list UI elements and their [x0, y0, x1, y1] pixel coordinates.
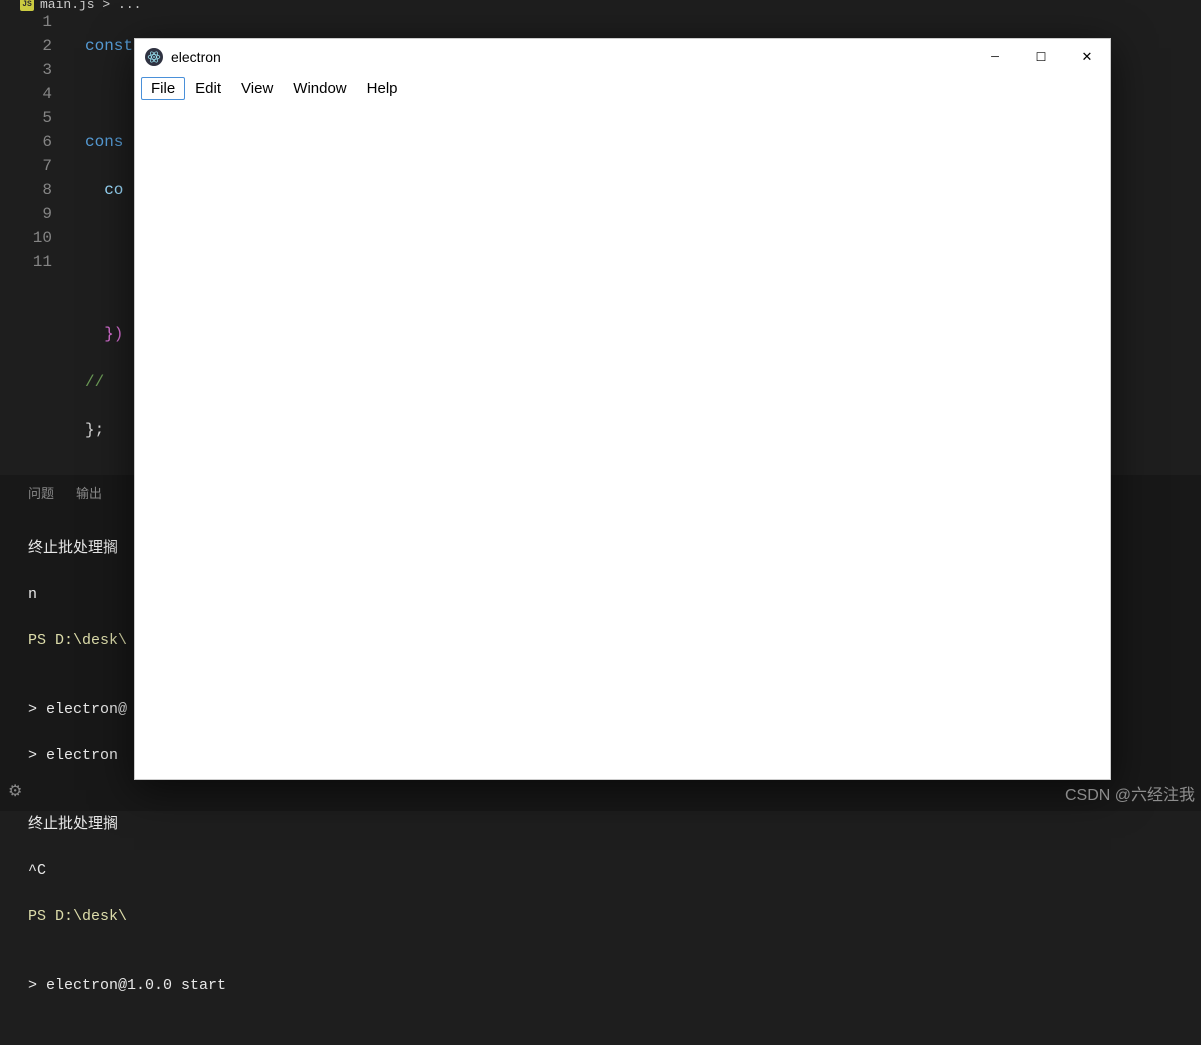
- maximize-button[interactable]: ☐: [1018, 39, 1064, 75]
- window-controls: ─ ☐ ✕: [972, 39, 1110, 75]
- menu-window[interactable]: Window: [283, 77, 356, 100]
- line-number: 11: [0, 250, 52, 274]
- line-number: 9: [0, 202, 52, 226]
- tab-problems[interactable]: 问题: [28, 483, 54, 502]
- electron-icon: [145, 48, 163, 66]
- menu-help[interactable]: Help: [357, 77, 408, 100]
- line-number: 3: [0, 58, 52, 82]
- titlebar[interactable]: electron ─ ☐ ✕: [135, 39, 1110, 75]
- electron-window: electron ─ ☐ ✕ File Edit View Window Hel…: [134, 38, 1111, 780]
- window-title: electron: [171, 49, 221, 65]
- close-button[interactable]: ✕: [1064, 39, 1110, 75]
- close-icon: ✕: [1082, 49, 1093, 65]
- menu-edit[interactable]: Edit: [185, 77, 231, 100]
- line-number: 10: [0, 226, 52, 250]
- menu-view[interactable]: View: [231, 77, 283, 100]
- menubar: File Edit View Window Help: [135, 75, 1110, 104]
- menu-file[interactable]: File: [141, 77, 185, 100]
- breadcrumb-bar: JS main.js > ...: [0, 0, 1201, 8]
- line-number: 7: [0, 154, 52, 178]
- line-number: 8: [0, 178, 52, 202]
- tab-output[interactable]: 输出: [76, 483, 102, 502]
- watermark: CSDN @六经注我: [1065, 781, 1195, 805]
- line-number: 4: [0, 82, 52, 106]
- gear-icon[interactable]: ⚙: [8, 781, 22, 801]
- minimize-button[interactable]: ─: [972, 39, 1018, 75]
- line-number: 6: [0, 130, 52, 154]
- maximize-icon: ☐: [1036, 50, 1047, 64]
- line-number: 5: [0, 106, 52, 130]
- line-number: 1: [0, 10, 52, 34]
- line-gutter: 1 2 3 4 5 6 7 8 9 10 11: [0, 10, 70, 274]
- line-number: 2: [0, 34, 52, 58]
- minimize-icon: ─: [991, 51, 999, 63]
